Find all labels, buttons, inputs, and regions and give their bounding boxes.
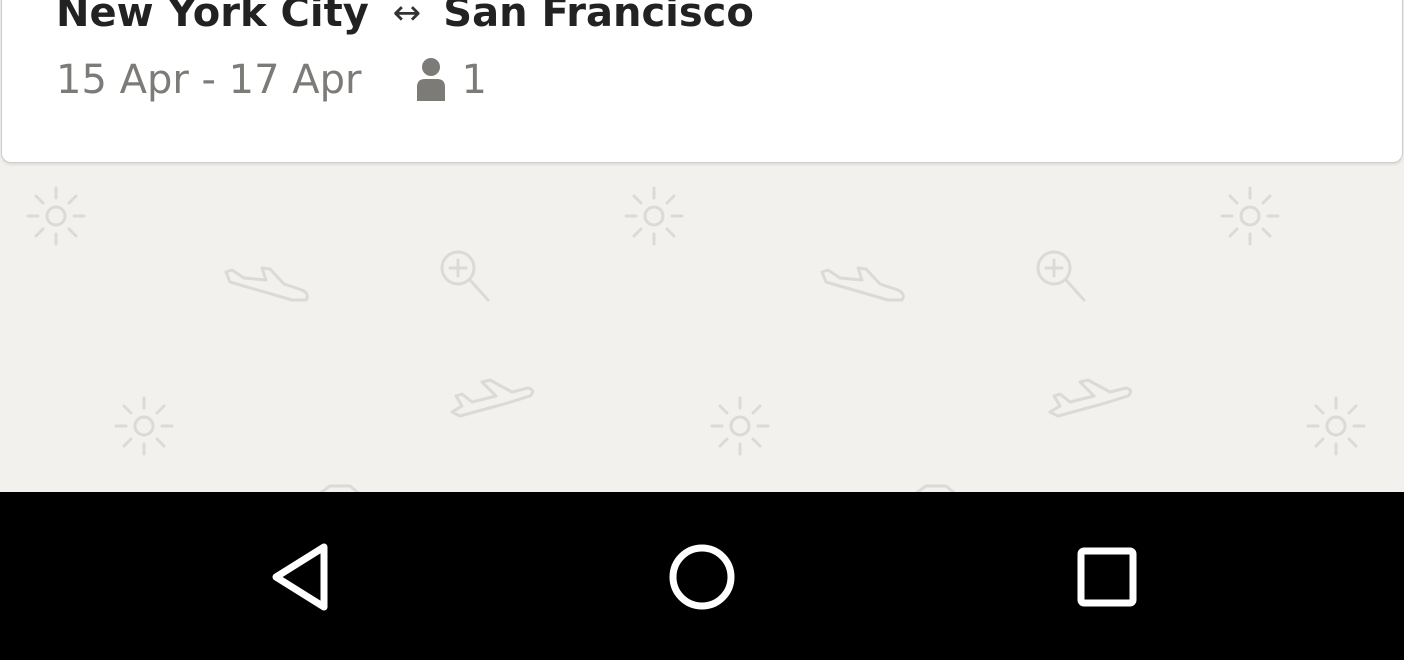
trip-details: 15 Apr - 17 Apr 1 [56, 52, 487, 108]
plane-icon [915, 484, 956, 492]
zoom-in-icon [440, 250, 490, 302]
plane-icon [450, 378, 535, 418]
destination-city: San Francisco [443, 0, 754, 36]
back-icon [272, 543, 328, 611]
sun-icon [1306, 396, 1366, 456]
sun-icon [710, 396, 770, 456]
person-icon [414, 57, 448, 103]
round-trip-arrow-icon: ↔ [392, 0, 422, 33]
trip-dates: 15 Apr - 17 Apr [56, 57, 362, 103]
sun-icon [26, 186, 86, 246]
home-icon [669, 544, 735, 610]
trip-route: New York City ↔ San Francisco [56, 0, 754, 38]
navigation-bar [0, 492, 1404, 660]
plane-icon [1048, 378, 1133, 418]
back-button[interactable] [254, 532, 344, 622]
screen: New York City ↔ San Francisco 15 Apr - 1… [0, 0, 1404, 660]
sun-icon [624, 186, 684, 246]
plane-icon [319, 484, 360, 492]
sun-icon [114, 396, 174, 456]
plane-icon [820, 266, 905, 302]
recents-icon [1077, 547, 1137, 607]
recents-button[interactable] [1062, 532, 1152, 622]
trip-card[interactable]: New York City ↔ San Francisco 15 Apr - 1… [1, 0, 1403, 163]
origin-city: New York City [56, 0, 369, 36]
plane-icon [224, 266, 309, 302]
home-button[interactable] [657, 532, 747, 622]
sun-icon [1220, 186, 1280, 246]
passenger-count: 1 [461, 57, 487, 103]
zoom-in-icon [1036, 250, 1086, 302]
background-pattern [0, 160, 1404, 492]
